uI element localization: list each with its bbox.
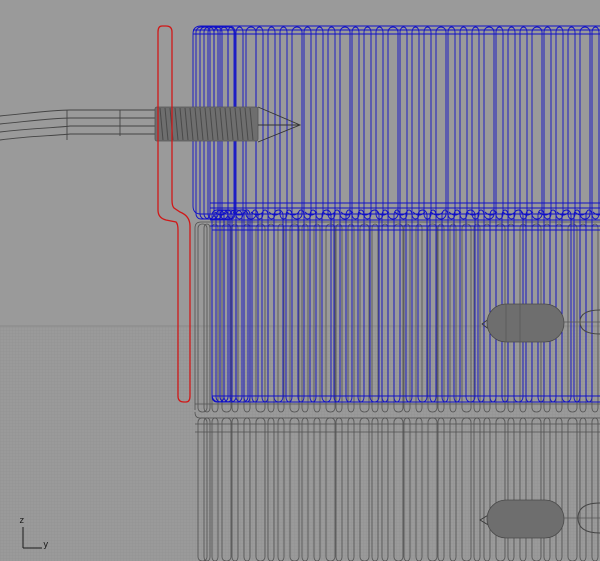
axis-label-z: z [19, 516, 25, 526]
screw-thread-icon[interactable] [154, 106, 259, 142]
rhino-viewport[interactable]: z y [0, 0, 600, 561]
axis-label-y: y [43, 540, 49, 550]
viewport-scene[interactable] [0, 0, 600, 561]
